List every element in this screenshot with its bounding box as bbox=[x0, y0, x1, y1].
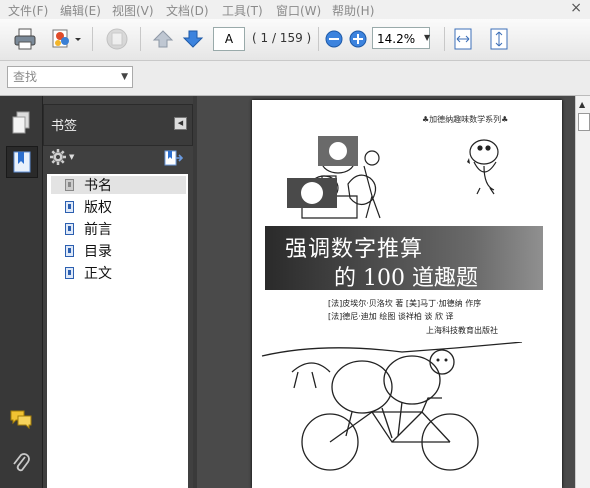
menu-file[interactable]: 文件(F) bbox=[8, 2, 48, 19]
menu-tools[interactable]: 工具(T) bbox=[222, 2, 263, 19]
arrow-down-icon bbox=[182, 30, 204, 48]
new-bookmark-button[interactable] bbox=[163, 149, 184, 170]
bookmarks-icon bbox=[13, 151, 31, 173]
bookmarks-panel-button[interactable] bbox=[6, 146, 38, 178]
bookmark-item[interactable]: 目录 bbox=[51, 242, 186, 260]
navigation-rail bbox=[0, 96, 43, 488]
bookmark-list: 书名 版权 前言 目录 正文 bbox=[47, 174, 188, 488]
menu-window[interactable]: 窗口(W) bbox=[276, 2, 321, 19]
bookmark-label: 正文 bbox=[84, 266, 112, 282]
create-pdf-button[interactable] bbox=[102, 25, 132, 53]
fit-page-icon bbox=[490, 28, 508, 50]
bookmark-label: 书名 bbox=[84, 178, 112, 194]
bookmark-label: 前言 bbox=[84, 222, 112, 238]
zoom-in-button[interactable] bbox=[348, 25, 368, 53]
find-toolbar: 查找 ▼ bbox=[0, 61, 590, 96]
fit-width-icon bbox=[454, 28, 472, 50]
zoom-level-select[interactable]: 14.2% bbox=[372, 27, 430, 49]
document-page: ♣加德纳趣味数学系列♣ 强调数字推算 的 100 道趣题 [法]皮埃尔·贝洛坎 … bbox=[252, 100, 562, 488]
bookmark-item[interactable]: 正文 bbox=[51, 264, 186, 282]
comments-panel-button[interactable] bbox=[6, 404, 36, 434]
find-placeholder: 查找 bbox=[13, 70, 38, 84]
fit-page-button[interactable] bbox=[486, 25, 512, 53]
bookmark-icon bbox=[65, 223, 74, 235]
bookmark-label: 版权 bbox=[84, 200, 112, 216]
main-toolbar: A ( 1 / 159 ) 14.2% ▼ bbox=[0, 19, 590, 61]
bookmark-item[interactable]: 前言 bbox=[51, 220, 186, 238]
bookmarks-panel: 书签 ◀ ▼ 书名 版权 前言 目录 正文 bbox=[43, 96, 193, 488]
page-count: ( 1 / 159 ) bbox=[252, 31, 312, 45]
collaborate-icon bbox=[52, 29, 81, 48]
document-scrollbar[interactable]: ▲ bbox=[575, 96, 590, 488]
document-view: ♣加德纳趣味数学系列♣ 强调数字推算 的 100 道趣题 [法]皮埃尔·贝洛坎 … bbox=[197, 96, 575, 488]
bookmark-item[interactable]: 版权 bbox=[51, 198, 186, 216]
menu-help[interactable]: 帮助(H) bbox=[332, 2, 374, 19]
create-pdf-icon bbox=[106, 28, 128, 50]
cover-bicycle-illustration bbox=[261, 342, 523, 471]
previous-page-button[interactable] bbox=[150, 25, 176, 53]
pages-panel-button[interactable] bbox=[6, 108, 36, 138]
paperclip-icon bbox=[13, 453, 30, 472]
menu-bar: 文件(F) 编辑(E) 视图(V) 文档(D) 工具(T) 窗口(W) 帮助(H… bbox=[0, 0, 590, 20]
bookmark-icon bbox=[65, 267, 74, 279]
bookmark-options-button[interactable]: ▼ bbox=[49, 148, 74, 166]
fit-width-button[interactable] bbox=[450, 25, 476, 53]
bookmark-icon bbox=[65, 245, 74, 257]
print-button[interactable] bbox=[10, 25, 40, 53]
collapse-panel-button[interactable]: ◀ bbox=[174, 117, 187, 130]
close-document-button[interactable]: × bbox=[570, 0, 582, 16]
bookmark-label: 目录 bbox=[84, 244, 112, 260]
bookmarks-panel-header: 书签 ◀ bbox=[43, 104, 193, 146]
bookmarks-panel-title: 书签 bbox=[51, 119, 78, 134]
collaborate-button[interactable] bbox=[46, 25, 86, 53]
new-bookmark-icon bbox=[164, 150, 184, 166]
find-dropdown-icon[interactable]: ▼ bbox=[121, 67, 128, 87]
cover-title-line-1: 强调数字推算 bbox=[285, 237, 424, 262]
cover-title-line-2: 的 100 道趣题 bbox=[334, 266, 478, 291]
cover-author-line-1: [法]皮埃尔·贝洛坎 著 [美]马丁·加德纳 作序 bbox=[328, 299, 482, 308]
bookmark-item[interactable]: 书名 bbox=[51, 176, 186, 194]
zoom-dropdown-icon[interactable]: ▼ bbox=[424, 33, 430, 42]
cover-series-label: ♣加德纳趣味数学系列♣ bbox=[422, 115, 509, 124]
comments-icon bbox=[10, 410, 32, 429]
page-number-input[interactable]: A bbox=[213, 27, 245, 51]
zoom-in-icon bbox=[349, 30, 367, 48]
pages-icon bbox=[12, 111, 30, 134]
attachments-panel-button[interactable] bbox=[6, 448, 36, 478]
scrollbar-thumb[interactable] bbox=[578, 113, 590, 131]
arrow-up-icon bbox=[152, 30, 174, 48]
bookmark-icon bbox=[65, 201, 74, 213]
menu-view[interactable]: 视图(V) bbox=[112, 2, 154, 19]
bookmark-icon bbox=[65, 179, 74, 191]
find-input[interactable]: 查找 ▼ bbox=[7, 66, 133, 88]
menu-document[interactable]: 文档(D) bbox=[166, 2, 209, 19]
scroll-up-icon[interactable]: ▲ bbox=[579, 100, 585, 109]
options-dropdown-icon: ▼ bbox=[69, 153, 75, 161]
gear-icon bbox=[50, 149, 66, 165]
menu-edit[interactable]: 编辑(E) bbox=[60, 2, 101, 19]
cover-publisher: 上海科技教育出版社 bbox=[426, 326, 498, 335]
cover-author-line-2: [法]德尼·迪加 绘图 谈祥柏 谈 欣 译 bbox=[328, 312, 454, 321]
zoom-out-icon bbox=[325, 30, 343, 48]
zoom-out-button[interactable] bbox=[324, 25, 344, 53]
printer-icon bbox=[14, 28, 36, 50]
next-page-button[interactable] bbox=[180, 25, 206, 53]
